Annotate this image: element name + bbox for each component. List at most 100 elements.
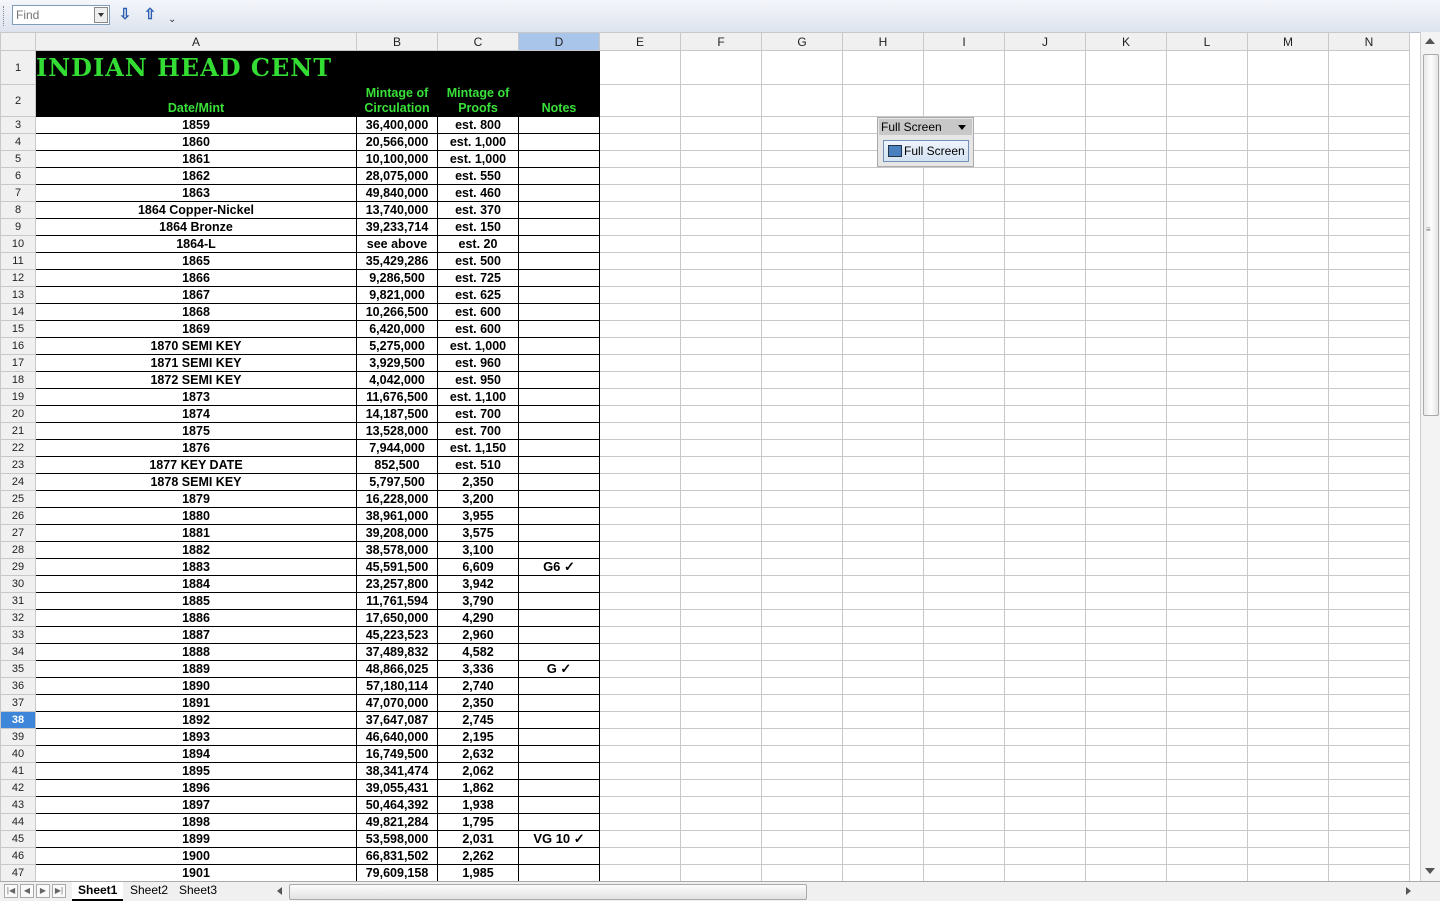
empty-cell[interactable] — [599, 694, 681, 712]
column-header[interactable]: M — [1247, 32, 1329, 51]
empty-cell[interactable] — [1085, 201, 1167, 219]
empty-cell[interactable] — [1328, 218, 1410, 236]
cell-notes[interactable] — [518, 643, 600, 661]
empty-cell[interactable] — [680, 269, 762, 287]
empty-cell[interactable] — [1247, 218, 1329, 236]
empty-cell[interactable] — [599, 575, 681, 593]
empty-cell[interactable] — [1328, 745, 1410, 763]
sheet-title[interactable]: INDIAN HEAD CENT — [35, 50, 600, 85]
cell-date-mint[interactable]: 1881 — [35, 524, 357, 542]
cell-date-mint[interactable]: 1866 — [35, 269, 357, 287]
empty-cell[interactable] — [1085, 133, 1167, 151]
empty-cell[interactable] — [1328, 558, 1410, 576]
empty-cell[interactable] — [923, 84, 1005, 117]
cell-notes[interactable] — [518, 728, 600, 746]
cell-circulation[interactable]: 9,286,500 — [356, 269, 438, 287]
empty-cell[interactable] — [1328, 507, 1410, 525]
empty-cell[interactable] — [599, 728, 681, 746]
cell-proofs[interactable]: 3,942 — [437, 575, 519, 593]
cell-proofs[interactable]: est. 500 — [437, 252, 519, 270]
empty-cell[interactable] — [680, 711, 762, 729]
cell-circulation[interactable]: 11,676,500 — [356, 388, 438, 406]
row-header[interactable]: 8 — [0, 201, 36, 219]
empty-cell[interactable] — [1085, 150, 1167, 168]
empty-cell[interactable] — [761, 473, 843, 491]
cell-date-mint[interactable]: 1893 — [35, 728, 357, 746]
empty-cell[interactable] — [1004, 813, 1086, 831]
empty-cell[interactable] — [1328, 626, 1410, 644]
row-header[interactable]: 2 — [0, 84, 36, 117]
empty-cell[interactable] — [1328, 422, 1410, 440]
empty-cell[interactable] — [1247, 473, 1329, 491]
empty-cell[interactable] — [1166, 456, 1248, 474]
empty-cell[interactable] — [680, 201, 762, 219]
empty-cell[interactable] — [923, 592, 1005, 610]
empty-cell[interactable] — [761, 184, 843, 202]
cell-notes[interactable] — [518, 439, 600, 457]
next-sheet-button[interactable]: ▶ — [36, 884, 50, 898]
empty-cell[interactable] — [1328, 201, 1410, 219]
empty-cell[interactable] — [1166, 694, 1248, 712]
empty-cell[interactable] — [1166, 473, 1248, 491]
empty-cell[interactable] — [1247, 507, 1329, 525]
header-proofs[interactable]: Mintage of Proofs — [437, 84, 519, 117]
empty-cell[interactable] — [1247, 490, 1329, 508]
empty-cell[interactable] — [1328, 286, 1410, 304]
empty-cell[interactable] — [599, 439, 681, 457]
empty-cell[interactable] — [1247, 558, 1329, 576]
empty-cell[interactable] — [761, 354, 843, 372]
empty-cell[interactable] — [1085, 235, 1167, 253]
scroll-up-icon[interactable] — [1425, 38, 1435, 44]
empty-cell[interactable] — [842, 762, 924, 780]
empty-cell[interactable] — [680, 490, 762, 508]
cell-notes[interactable] — [518, 847, 600, 865]
cell-date-mint[interactable]: 1876 — [35, 439, 357, 457]
row-header[interactable]: 41 — [0, 762, 36, 780]
empty-cell[interactable] — [923, 201, 1005, 219]
cell-proofs[interactable]: 1,862 — [437, 779, 519, 797]
cell-date-mint[interactable]: 1874 — [35, 405, 357, 423]
empty-cell[interactable] — [761, 779, 843, 797]
empty-cell[interactable] — [680, 133, 762, 151]
row-header[interactable]: 16 — [0, 337, 36, 355]
empty-cell[interactable] — [761, 660, 843, 678]
empty-cell[interactable] — [1166, 490, 1248, 508]
cell-date-mint[interactable]: 1883 — [35, 558, 357, 576]
empty-cell[interactable] — [1328, 354, 1410, 372]
empty-cell[interactable] — [599, 320, 681, 338]
empty-cell[interactable] — [599, 218, 681, 236]
cell-circulation[interactable]: 10,266,500 — [356, 303, 438, 321]
empty-cell[interactable] — [1328, 660, 1410, 678]
cell-notes[interactable] — [518, 779, 600, 797]
cell-notes[interactable] — [518, 133, 600, 151]
column-header[interactable]: F — [680, 32, 762, 51]
cell-notes[interactable] — [518, 371, 600, 389]
empty-cell[interactable] — [1247, 762, 1329, 780]
cell-circulation[interactable]: 9,821,000 — [356, 286, 438, 304]
empty-cell[interactable] — [680, 235, 762, 253]
cell-circulation[interactable]: 20,566,000 — [356, 133, 438, 151]
cell-notes[interactable] — [518, 150, 600, 168]
empty-cell[interactable] — [923, 728, 1005, 746]
cell-circulation[interactable]: 48,866,025 — [356, 660, 438, 678]
row-header[interactable]: 24 — [0, 473, 36, 491]
empty-cell[interactable] — [1247, 439, 1329, 457]
empty-cell[interactable] — [842, 728, 924, 746]
empty-cell[interactable] — [599, 269, 681, 287]
empty-cell[interactable] — [761, 575, 843, 593]
empty-cell[interactable] — [1004, 541, 1086, 559]
cell-proofs[interactable]: 4,582 — [437, 643, 519, 661]
empty-cell[interactable] — [1085, 745, 1167, 763]
empty-cell[interactable] — [680, 762, 762, 780]
first-sheet-button[interactable]: |◀ — [4, 884, 18, 898]
cell-notes[interactable]: VG 10 ✓ — [518, 830, 600, 848]
empty-cell[interactable] — [1247, 50, 1329, 85]
cell-notes[interactable] — [518, 201, 600, 219]
cell-notes[interactable] — [518, 745, 600, 763]
empty-cell[interactable] — [761, 796, 843, 814]
empty-cell[interactable] — [680, 252, 762, 270]
empty-cell[interactable] — [842, 303, 924, 321]
row-header[interactable]: 38 — [0, 711, 36, 729]
empty-cell[interactable] — [1004, 660, 1086, 678]
empty-cell[interactable] — [842, 796, 924, 814]
